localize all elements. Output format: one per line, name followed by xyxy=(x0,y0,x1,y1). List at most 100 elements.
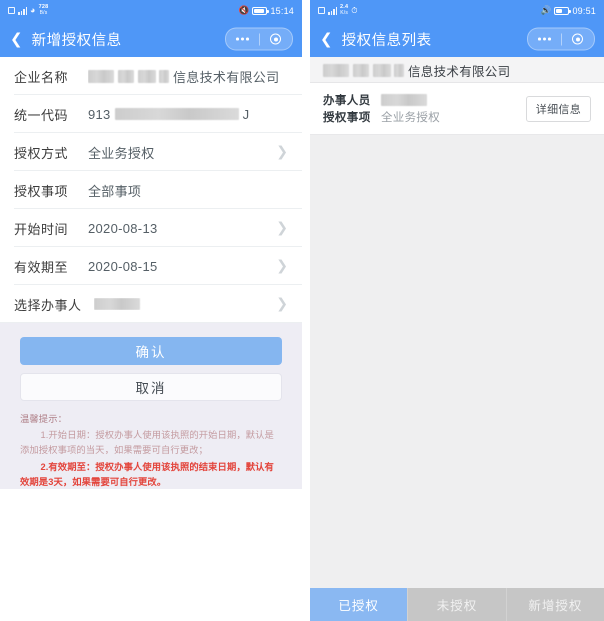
miniprogram-capsule xyxy=(527,27,595,51)
tips-block: 温馨提示： 1.开始日期：授权办事人使用该执照的开始日期，默认是添加授权事项的当… xyxy=(20,412,282,489)
sim-card-icon xyxy=(318,7,325,14)
chevron-right-icon: ❯ xyxy=(276,220,288,236)
status-bar-right: 2.4 K/s ⏱ 🔊 09:51 xyxy=(310,0,604,21)
company-name: 信息技术有限公司 xyxy=(323,61,510,80)
redaction-block xyxy=(118,69,134,83)
field-value: 信息技术有限公司 xyxy=(88,67,288,86)
nav-bar-left: ❮ 新增授权信息 xyxy=(0,21,302,57)
form-row-start-date[interactable]: 开始时间 2020-08-13 ❯ xyxy=(0,209,302,247)
tips-title: 温馨提示： xyxy=(20,414,67,424)
page-title: 新增授权信息 xyxy=(31,32,122,49)
tips-item-expiry-date: 2.有效期至：授权办事人使用该执照的结束日期，默认有效期是3天，如果需要可自行更… xyxy=(20,462,274,487)
field-label: 统一代码 xyxy=(14,107,69,123)
record-fields: 办事人员 授权事项 全业务授权 xyxy=(323,91,526,126)
network-speed-indicator: 728 B/s xyxy=(39,5,49,16)
status-bar-left: ◕ 728 B/s 🔇 15:14 xyxy=(0,0,302,21)
chevron-right-icon: ❯ xyxy=(276,296,288,312)
status-bar-left-icons: ◕ 728 B/s xyxy=(8,5,48,16)
network-speed-indicator: 2.4 K/s xyxy=(340,5,348,16)
mute-icon: 🔇 xyxy=(238,5,250,15)
more-dots-icon xyxy=(235,37,249,41)
page-title: 授权信息列表 xyxy=(341,32,432,49)
sim-card-icon xyxy=(8,7,15,14)
code-prefix: 913 xyxy=(88,106,111,122)
field-label: 企业名称 xyxy=(14,69,69,85)
field-value xyxy=(381,93,427,106)
field-value: 2020-08-15 xyxy=(88,258,158,274)
nav-bar-right: ❮ 授权信息列表 xyxy=(310,21,604,57)
company-header: 信息技术有限公司 xyxy=(310,57,604,83)
field-value xyxy=(94,298,270,310)
close-miniprogram-button[interactable] xyxy=(561,33,594,45)
redaction-block xyxy=(394,63,404,77)
field-label: 授权事项 xyxy=(14,183,69,199)
form-row-authorization-items: 授权事项 全部事项 xyxy=(0,171,302,209)
code-suffix: J xyxy=(242,106,250,122)
field-value: 全业务授权 xyxy=(88,145,155,161)
redaction-block xyxy=(159,69,169,83)
more-menu-button[interactable] xyxy=(226,37,259,41)
record-field-items: 授权事项 全业务授权 xyxy=(323,109,526,125)
confirm-button[interactable]: 确认 xyxy=(20,337,282,365)
target-circle-icon xyxy=(572,33,584,45)
network-speed-unit: K/s xyxy=(340,9,349,16)
status-bar-right-icons: 🔇 15:14 xyxy=(239,5,294,16)
chevron-right-icon: ❯ xyxy=(276,258,288,274)
back-chevron-icon[interactable]: ❮ xyxy=(320,31,333,47)
field-label: 有效期至 xyxy=(14,259,69,275)
battery-icon xyxy=(252,6,270,15)
back-chevron-icon[interactable]: ❮ xyxy=(10,31,23,47)
tips-item-start-date: 1.开始日期：授权办事人使用该执照的开始日期，默认是添加授权事项的当天，如果需要… xyxy=(20,430,274,455)
wifi-icon: ◕ xyxy=(30,5,36,15)
close-miniprogram-button[interactable] xyxy=(259,33,292,45)
alarm-clock-icon: ⏱ xyxy=(351,5,358,15)
redaction-block xyxy=(373,63,391,77)
chevron-right-icon: ❯ xyxy=(276,144,288,160)
tab-unauthorized[interactable]: 未授权 xyxy=(407,588,506,621)
form-row-unified-code: 统一代码 913 J xyxy=(0,95,302,133)
bottom-tab-bar: 已授权 未授权 新增授权 xyxy=(310,588,604,621)
cancel-button[interactable]: 取消 xyxy=(20,373,282,401)
authorization-list-page: 信息技术有限公司 办事人员 授权事项 全业务授权 详细信息 已授权 未授权 新增… xyxy=(310,57,604,621)
redaction-block xyxy=(138,69,156,83)
phone-screen-right: 2.4 K/s ⏱ 🔊 09:51 ❮ 授权信息列表 信息技术有限公司 办事人员… xyxy=(310,0,604,621)
field-value: 913 J xyxy=(88,107,288,122)
more-menu-button[interactable] xyxy=(528,37,561,41)
network-speed-unit: B/s xyxy=(39,9,48,16)
target-circle-icon xyxy=(270,33,282,45)
redaction-block xyxy=(353,63,369,77)
field-label: 开始时间 xyxy=(14,221,69,237)
redaction-block xyxy=(94,298,140,310)
redaction-block xyxy=(88,69,114,83)
field-value: 2020-08-13 xyxy=(88,220,158,236)
authorization-form: 企业名称 信息技术有限公司 统一代码 913 J 授权方式 全业务授权 ❯ 授权事… xyxy=(0,57,302,323)
form-row-authorization-mode[interactable]: 授权方式 全业务授权 ❯ xyxy=(0,133,302,171)
company-name-suffix: 信息技术有限公司 xyxy=(173,69,280,85)
company-name-suffix: 信息技术有限公司 xyxy=(408,64,511,79)
redaction-block xyxy=(323,63,349,77)
signal-bars-icon xyxy=(328,7,337,15)
form-actions-area: 确认 取消 温馨提示： 1.开始日期：授权办事人使用该执照的开始日期，默认是添加… xyxy=(0,323,302,490)
redaction-block xyxy=(114,108,239,120)
field-value: 全部事项 xyxy=(88,183,142,199)
miniprogram-capsule xyxy=(225,27,293,51)
form-row-expiry-date[interactable]: 有效期至 2020-08-15 ❯ xyxy=(0,247,302,285)
record-field-agent: 办事人员 xyxy=(323,92,526,108)
form-row-select-agent[interactable]: 选择办事人 ❯ xyxy=(0,285,302,323)
field-value: 全业务授权 xyxy=(381,112,440,124)
redaction-block xyxy=(381,93,427,106)
tab-authorized[interactable]: 已授权 xyxy=(310,588,408,621)
battery-icon xyxy=(554,6,572,15)
more-dots-icon xyxy=(537,37,551,41)
form-row-company-name: 企业名称 信息技术有限公司 xyxy=(0,57,302,95)
signal-bars-icon xyxy=(18,7,27,15)
detail-info-button[interactable]: 详细信息 xyxy=(525,95,591,122)
field-label: 办事人员 xyxy=(323,95,371,107)
status-bar-left-icons: 2.4 K/s ⏱ xyxy=(318,5,358,16)
tab-add-authorization[interactable]: 新增授权 xyxy=(505,588,604,621)
field-label: 选择办事人 xyxy=(14,297,82,313)
status-bar-right-icons: 🔊 09:51 xyxy=(541,5,596,16)
status-clock: 15:14 xyxy=(270,5,294,16)
authorization-record-row[interactable]: 办事人员 授权事项 全业务授权 详细信息 xyxy=(310,83,604,135)
phone-screen-left: ◕ 728 B/s 🔇 15:14 ❮ 新增授权信息 企业名称 信息技术有限公司… xyxy=(0,0,302,621)
